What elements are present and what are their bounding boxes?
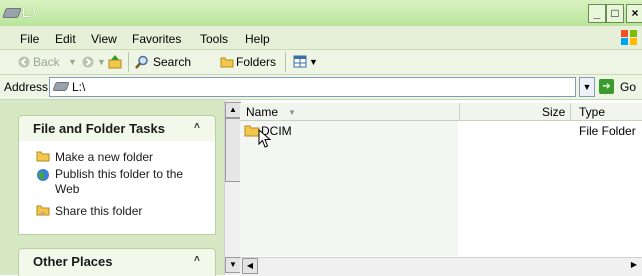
folders-icon — [220, 57, 234, 68]
column-divider[interactable] — [570, 103, 571, 120]
menu-file[interactable]: File — [20, 32, 39, 46]
search-icon — [135, 55, 148, 69]
views-dropdown-icon[interactable]: ▼ — [309, 57, 318, 67]
task-make-new-folder[interactable]: Make a new folder — [55, 150, 153, 165]
windows-logo-icon — [621, 30, 637, 45]
address-value[interactable]: L:\ — [72, 80, 85, 94]
search-button[interactable]: Search — [153, 55, 191, 69]
menu-view[interactable]: View — [91, 32, 117, 46]
name-column-highlight — [240, 121, 458, 256]
forward-icon[interactable] — [82, 56, 94, 68]
scroll-up-arrow-icon[interactable]: ▲ — [225, 102, 241, 118]
menu-favorites[interactable]: Favorites — [132, 32, 181, 46]
forward-dropdown-icon[interactable]: ▼ — [97, 57, 106, 67]
maximize-button[interactable]: □ — [606, 4, 624, 23]
menu-help[interactable]: Help — [245, 32, 270, 46]
column-divider[interactable] — [459, 103, 460, 120]
title-bar[interactable] — [0, 0, 642, 27]
file-folder-tasks-title[interactable]: File and Folder Tasks — [33, 121, 165, 136]
column-header-name[interactable]: Name — [246, 105, 278, 119]
views-icon[interactable] — [293, 55, 307, 68]
column-header-type[interactable]: Type — [579, 105, 605, 119]
new-folder-icon — [36, 151, 50, 162]
toolbar-separator — [128, 52, 129, 72]
cursor-icon — [258, 129, 272, 148]
go-icon[interactable]: ➔ — [599, 79, 614, 94]
menu-tools[interactable]: Tools — [200, 32, 228, 46]
other-places-title[interactable]: Other Places — [33, 254, 113, 269]
globe-icon — [37, 169, 49, 181]
task-share-folder[interactable]: Share this folder — [55, 204, 142, 219]
address-input[interactable] — [49, 77, 576, 97]
column-header-size[interactable]: Size — [542, 105, 565, 119]
go-button[interactable]: Go — [620, 80, 636, 94]
back-button[interactable]: Back — [33, 55, 60, 69]
minimize-button[interactable]: _ — [588, 4, 606, 23]
file-type-cell: File Folder — [579, 124, 636, 138]
close-button[interactable]: × — [626, 4, 642, 23]
scroll-right-arrow-icon[interactable]: ▶ — [628, 258, 640, 272]
address-dropdown-button[interactable]: ▼ — [579, 77, 595, 97]
toolbar-separator — [285, 52, 286, 72]
back-dropdown-icon[interactable]: ▼ — [68, 57, 77, 67]
collapse-chevron-icon[interactable]: ˄ — [194, 254, 200, 265]
menu-edit[interactable]: Edit — [55, 32, 76, 46]
up-folder-icon[interactable] — [108, 54, 122, 69]
task-publish-folder[interactable]: Publish this folder to the Web — [55, 167, 195, 197]
window-title: L:\ — [22, 5, 37, 20]
folders-button[interactable]: Folders — [236, 55, 276, 69]
back-icon[interactable] — [18, 56, 30, 68]
collapse-chevron-icon[interactable]: ˄ — [194, 121, 200, 132]
scroll-down-arrow-icon[interactable]: ▼ — [225, 257, 241, 273]
share-icon — [36, 205, 50, 216]
sort-indicator-icon: ▼ — [288, 108, 296, 117]
address-label: Address — [4, 80, 49, 94]
horizontal-scrollbar[interactable] — [240, 257, 642, 276]
scrollbar-thumb[interactable] — [225, 118, 241, 182]
scroll-left-arrow-icon[interactable]: ◀ — [242, 258, 258, 274]
